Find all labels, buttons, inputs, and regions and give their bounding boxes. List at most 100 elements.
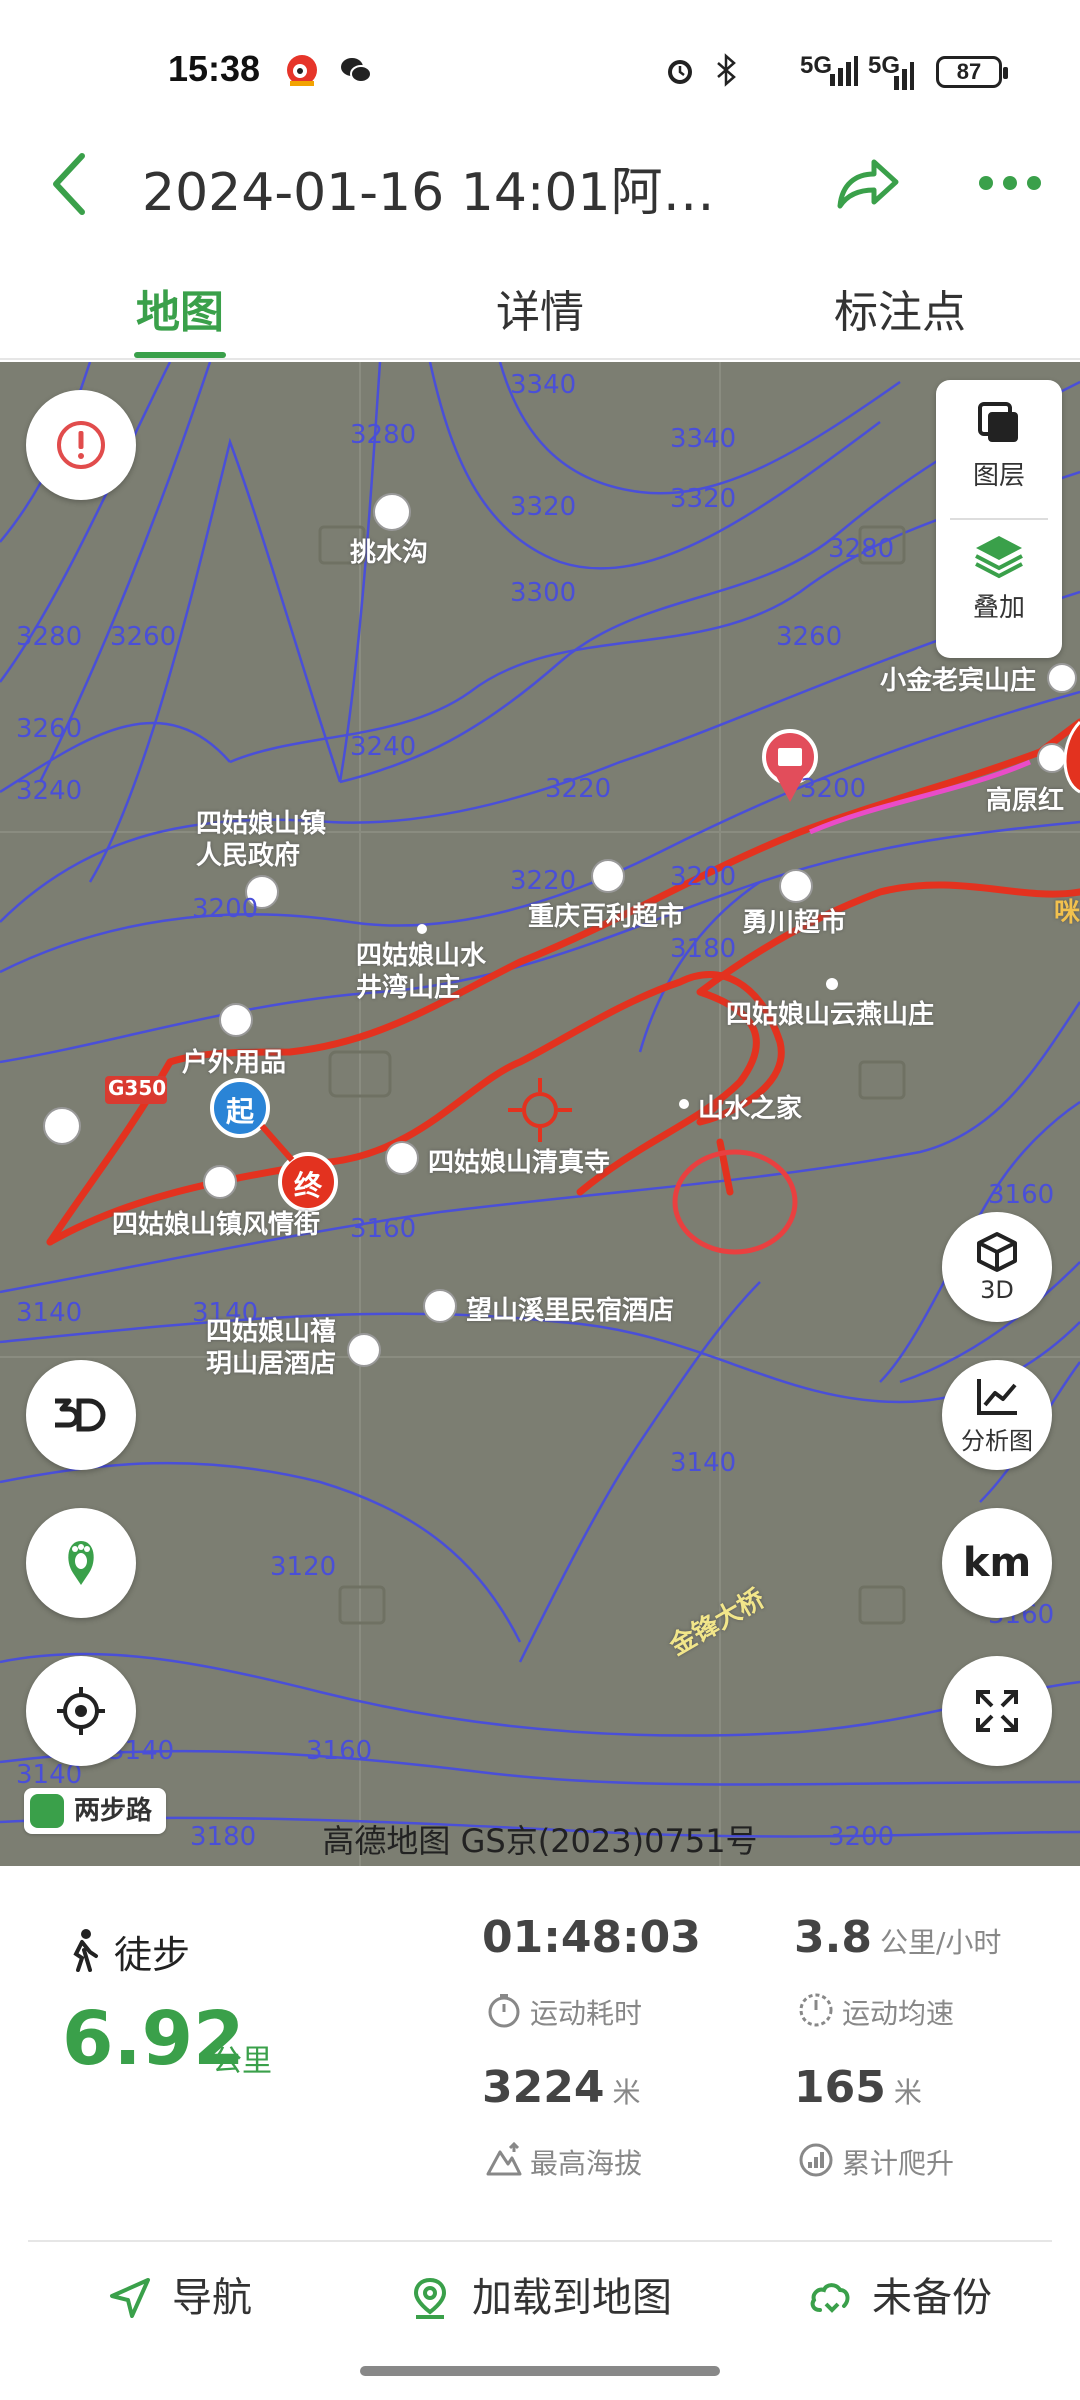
map-pin-icon bbox=[413, 2277, 447, 2319]
max-altitude-value: 3224 米 bbox=[482, 2062, 640, 2113]
stats-divider bbox=[28, 2240, 1052, 2242]
contour-label: 3140 bbox=[16, 1298, 83, 1328]
contour-label: 3280 bbox=[16, 622, 83, 652]
road-badge-text: G350 bbox=[108, 1076, 167, 1100]
place-label: 高原红 bbox=[986, 786, 1065, 816]
max-altitude-unit: 米 bbox=[612, 2076, 641, 2109]
place-label: 四姑娘山镇人民政府 bbox=[196, 809, 327, 871]
status-time: 15:38 bbox=[168, 48, 261, 89]
contour-label: 3260 bbox=[776, 622, 843, 652]
place-label: 望山溪里民宿酒店 bbox=[466, 1296, 675, 1326]
back-button[interactable] bbox=[40, 144, 100, 224]
locate-icon bbox=[57, 1687, 105, 1735]
place-label: 金锋大桥 bbox=[664, 1583, 770, 1662]
place-label: 四姑娘山镇风情街 bbox=[112, 1210, 321, 1240]
navigate-button[interactable]: 导航 bbox=[108, 2268, 252, 2328]
avg-speed-text: 3.8 bbox=[794, 1912, 872, 1963]
place-label: 重庆百利超市 bbox=[528, 902, 685, 932]
alert-button[interactable] bbox=[26, 390, 136, 500]
layer-separator bbox=[950, 518, 1048, 520]
avg-speed-unit: 公里/小时 bbox=[879, 1926, 1002, 1959]
more-options-button[interactable] bbox=[974, 158, 1046, 208]
active-tab-indicator bbox=[134, 352, 226, 358]
start-marker[interactable]: 起 bbox=[226, 1090, 254, 1130]
layers-button[interactable]: 图层 bbox=[936, 398, 1062, 492]
bluetooth-icon bbox=[717, 53, 736, 87]
page-title: 2024-01-16 14:01阿坝藏… bbox=[142, 163, 762, 223]
tab-markers[interactable]: 标注点 bbox=[800, 276, 1000, 340]
ascent-unit: 米 bbox=[893, 2076, 922, 2109]
contour-label: 3260 bbox=[16, 714, 83, 744]
backup-button[interactable]: 未备份 bbox=[808, 2268, 992, 2328]
contour-label: 3280 bbox=[350, 420, 417, 450]
contour-label: 3180 bbox=[670, 934, 737, 964]
chart-line-icon bbox=[977, 1378, 1017, 1415]
place-label: 四姑娘山禧玥山居酒店 bbox=[206, 1317, 337, 1379]
locate-me-button[interactable] bbox=[26, 1656, 136, 1766]
navigation-arrow-icon bbox=[110, 2278, 150, 2318]
load-to-map-button[interactable]: 加载到地图 bbox=[408, 2268, 672, 2328]
contour-label: 3200 bbox=[670, 862, 737, 892]
tab-map[interactable]: 地图 bbox=[80, 276, 280, 340]
contour-label: 3280 bbox=[828, 534, 895, 564]
duration-text: 01:48:03 bbox=[482, 1912, 701, 1963]
contour-label: 3300 bbox=[510, 578, 577, 608]
contour-label: 3320 bbox=[510, 492, 577, 522]
share-button[interactable] bbox=[826, 144, 906, 224]
place-label: 小金老宾山庄 bbox=[880, 666, 1037, 696]
sport-type: 徒步 bbox=[114, 1933, 191, 1977]
analysis-label: 分析图 bbox=[961, 1426, 1033, 1455]
unit-km-button[interactable]: km bbox=[942, 1508, 1052, 1618]
analysis-chart-button[interactable]: 分析图 bbox=[942, 1360, 1052, 1470]
place-label: 四姑娘山水井湾山庄 bbox=[356, 941, 487, 1003]
cloud-sync-icon bbox=[810, 2283, 850, 2313]
overlay-button[interactable]: 叠加 bbox=[936, 530, 1062, 624]
contour-label: 3220 bbox=[545, 774, 612, 804]
contour-label: 3200 bbox=[192, 894, 259, 924]
contour-label: 3240 bbox=[350, 732, 417, 762]
home-indicator[interactable] bbox=[360, 2366, 720, 2376]
expand-icon bbox=[976, 1690, 1018, 1732]
end-marker[interactable]: 终 bbox=[294, 1164, 322, 1204]
footprint-icon bbox=[68, 1541, 94, 1585]
contour-label: 3160 bbox=[988, 1180, 1055, 1210]
duration-value: 01:48:03 bbox=[482, 1912, 701, 1963]
distance-unit: 公里 bbox=[212, 2044, 272, 2079]
weibo-icon bbox=[287, 55, 317, 86]
ascent-label: 累计爬升 bbox=[842, 2147, 955, 2180]
place-label: 四姑娘山云燕山庄 bbox=[726, 1000, 935, 1030]
header-bar: 2024-01-16 14:01阿坝藏… bbox=[0, 130, 1080, 240]
layers-label: 图层 bbox=[972, 461, 1025, 491]
footprint-button[interactable] bbox=[26, 1508, 136, 1618]
alert-icon bbox=[57, 421, 105, 469]
signal-bars-2-icon bbox=[894, 62, 914, 90]
track-stats-panel: 徒步 6.92 公里 01:48:03 运动耗时 3.8 公里/小时 运动均速 3… bbox=[0, 1866, 1080, 2236]
place-label: 四姑娘山清真寺 bbox=[428, 1148, 611, 1178]
ascent-text: 165 bbox=[794, 2062, 886, 2113]
ascent-value: 165 米 bbox=[794, 2062, 922, 2113]
3d-view-label: 3D bbox=[980, 1276, 1014, 1304]
overlay-label: 叠加 bbox=[972, 593, 1025, 623]
layer-panel: 图层 叠加 bbox=[936, 380, 1062, 658]
map-labels: 3340 3280 3340 3320 3320 3280 3300 3260 … bbox=[0, 362, 1080, 1866]
map-view[interactable]: 3340 3280 3340 3320 3320 3280 3300 3260 … bbox=[0, 362, 1080, 1866]
signal-bars-icon bbox=[830, 56, 858, 86]
contour-label: 3340 bbox=[670, 424, 737, 454]
signal-5g-1: 5G bbox=[800, 52, 833, 79]
tab-details[interactable]: 详情 bbox=[440, 276, 640, 340]
status-bar: 15:38 5G 5G 87 bbox=[0, 0, 1080, 140]
map-copyright: 高德地图 GS京(2023)0751号 bbox=[322, 1822, 758, 1860]
max-altitude-label: 最高海拔 bbox=[530, 2147, 643, 2180]
contour-label: 3120 bbox=[270, 1552, 337, 1582]
place-label: 咪 bbox=[1054, 898, 1080, 928]
tab-bar: 地图 详情 标注点 bbox=[0, 260, 1080, 360]
3d-terrain-button[interactable] bbox=[26, 1360, 136, 1470]
fullscreen-button[interactable] bbox=[942, 1656, 1052, 1766]
place-label: 山水之家 bbox=[698, 1094, 803, 1124]
contour-label: 3160 bbox=[306, 1736, 373, 1766]
wechat-icon bbox=[341, 58, 372, 83]
avg-speed-label: 运动均速 bbox=[842, 1997, 955, 2030]
place-label: 挑水沟 bbox=[350, 538, 429, 568]
overlay-stack-icon bbox=[975, 536, 1023, 579]
3d-view-button[interactable]: 3D bbox=[942, 1212, 1052, 1322]
